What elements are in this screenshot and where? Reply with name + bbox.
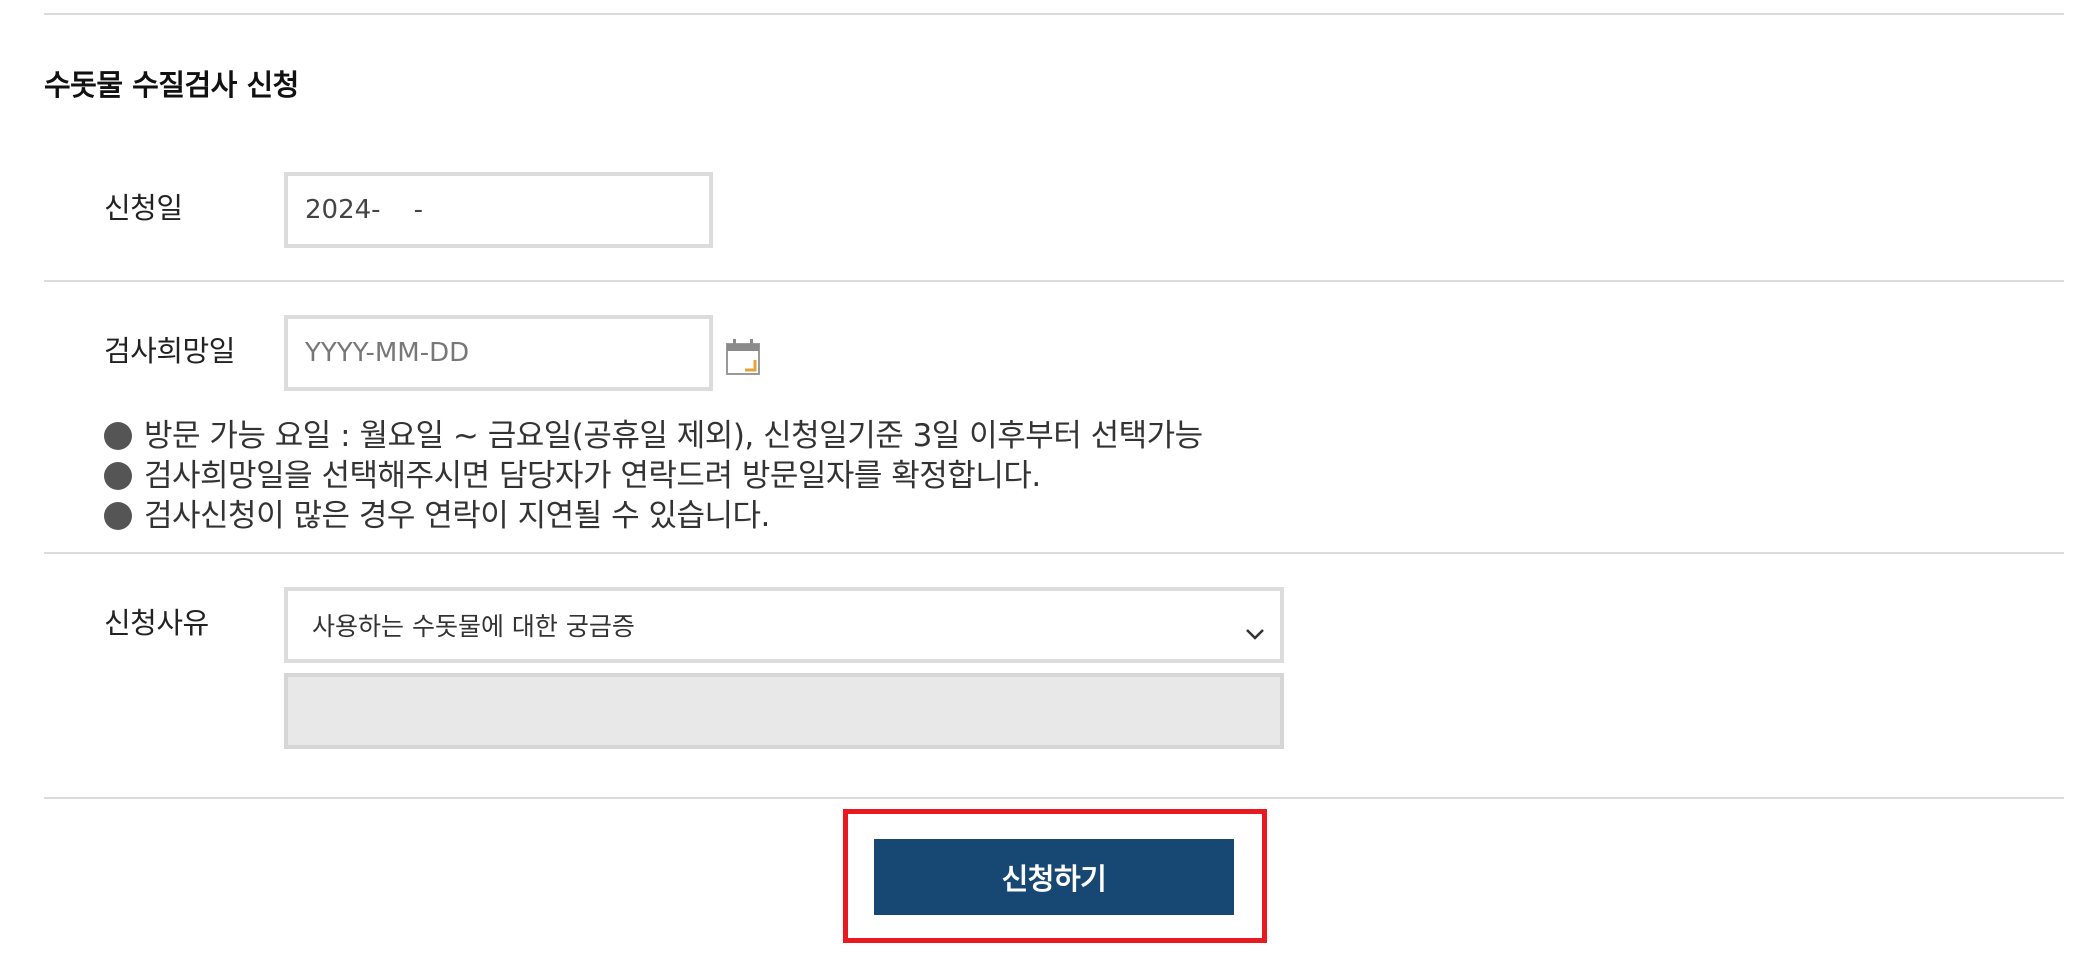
top-divider xyxy=(44,13,2064,15)
reason-selected-value: 사용하는 수돗물에 대한 궁금증 xyxy=(312,612,635,641)
note-text: 검사희망일을 선택해주시면 담당자가 연락드려 방문일자를 확정합니다. xyxy=(144,458,1041,494)
row-divider-3 xyxy=(44,797,2064,799)
apply-date-field[interactable]: 2024- - xyxy=(284,172,713,248)
desired-date-input[interactable] xyxy=(288,319,709,387)
desired-date-field[interactable] xyxy=(284,315,713,391)
row-divider-1 xyxy=(44,280,2064,282)
list-item: 검사신청이 많은 경우 연락이 지연될 수 있습니다. xyxy=(104,496,1203,536)
apply-date-value: 2024- - xyxy=(305,195,423,225)
desired-date-label: 검사희망일 xyxy=(104,334,235,368)
bullet-icon xyxy=(104,502,132,530)
bullet-icon xyxy=(104,422,132,450)
note-text: 검사신청이 많은 경우 연락이 지연될 수 있습니다. xyxy=(144,498,770,534)
calendar-icon[interactable] xyxy=(725,338,761,376)
bullet-icon xyxy=(104,462,132,490)
apply-date-label: 신청일 xyxy=(104,191,183,225)
page-title: 수돗물 수질검사 신청 xyxy=(44,68,299,102)
chevron-down-icon xyxy=(1244,618,1266,640)
list-item: 방문 가능 요일 : 월요일 ~ 금요일(공휴일 제외), 신청일기준 3일 이… xyxy=(104,416,1203,456)
row-divider-2 xyxy=(44,552,2064,554)
reason-label: 신청사유 xyxy=(104,606,209,640)
list-item: 검사희망일을 선택해주시면 담당자가 연락드려 방문일자를 확정합니다. xyxy=(104,456,1203,496)
note-text: 방문 가능 요일 : 월요일 ~ 금요일(공휴일 제외), 신청일기준 3일 이… xyxy=(144,418,1203,454)
reason-detail-textarea xyxy=(284,673,1284,749)
submit-button[interactable]: 신청하기 xyxy=(874,839,1234,915)
reason-select[interactable]: 사용하는 수돗물에 대한 궁금증 xyxy=(284,587,1284,663)
notes-list: 방문 가능 요일 : 월요일 ~ 금요일(공휴일 제외), 신청일기준 3일 이… xyxy=(104,416,1203,536)
